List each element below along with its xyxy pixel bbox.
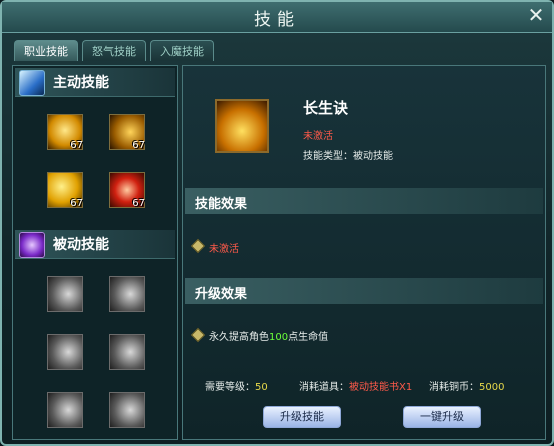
upgrade-heading: 升级效果 (195, 287, 248, 302)
golden-figure-skill-icon[interactable]: 67 (47, 114, 83, 151)
consume-coin: 消耗铜币：5000 (429, 378, 504, 393)
required-level-value: 50 (255, 382, 268, 393)
active-skills-label: 主动技能 (53, 75, 109, 91)
skill-window: 技能 ✕ 职业技能 怒气技能 入魔技能 主动技能 67 67 67 67 被动技… (0, 0, 554, 446)
one-key-upgrade-button[interactable]: 一键升级 (403, 406, 481, 428)
upgrade-text-post: 点生命值 (288, 332, 329, 343)
bullet-diamond-icon (190, 327, 206, 343)
gray-crescent-skill-icon[interactable] (109, 392, 145, 428)
skill-level: 67 (70, 198, 83, 209)
consume-coin-value: 5000 (479, 382, 505, 393)
passive-skills-header: 被动技能 (15, 230, 175, 259)
skill-detail-panel: 长生诀 未激活 技能类型：被动技能 技能效果 未激活 升级效果 永久提高角色10… (182, 65, 546, 440)
upgrade-header: 升级效果 (185, 278, 543, 304)
title-bar[interactable]: 技能 ✕ (2, 2, 552, 33)
consume-item: 消耗道具：被动技能书X1 (299, 378, 412, 393)
tab-demon-skills[interactable]: 入魔技能 (150, 40, 214, 61)
tab-rage-skills[interactable]: 怒气技能 (82, 40, 146, 61)
gray-crescent-skill-icon[interactable] (47, 334, 83, 370)
skill-level: 67 (132, 140, 145, 151)
upgrade-text-pre: 永久提高角色 (209, 332, 269, 343)
required-level: 需要等级：50 (205, 378, 268, 393)
consume-item-label: 消耗道具： (299, 382, 349, 393)
skill-name: 长生诀 (303, 99, 349, 117)
gray-crescent-skill-icon[interactable] (109, 334, 145, 370)
skill-type: 技能类型：被动技能 (303, 151, 393, 162)
consume-item-value: 被动技能书X1 (349, 382, 413, 393)
passive-skills-label: 被动技能 (53, 237, 109, 253)
effect-text: 未激活 (209, 244, 239, 255)
upgrade-skill-button[interactable]: 升级技能 (263, 406, 341, 428)
gray-crescent-skill-icon[interactable] (47, 392, 83, 428)
red-swirl-skill-icon[interactable]: 67 (109, 172, 145, 209)
skill-list-panel: 主动技能 67 67 67 67 被动技能 (12, 65, 178, 440)
required-level-label: 需要等级： (205, 382, 255, 393)
window-title: 技能 (254, 10, 300, 30)
close-icon[interactable]: ✕ (526, 4, 546, 26)
gray-crescent-skill-icon[interactable] (109, 276, 145, 312)
upgrade-effect: 永久提高角色100点生命值 (209, 328, 328, 343)
effect-header: 技能效果 (185, 188, 543, 214)
skill-level: 67 (70, 140, 83, 151)
gray-crescent-skill-icon[interactable] (47, 276, 83, 312)
bullet-diamond-icon (190, 238, 206, 254)
skill-status: 未激活 (303, 131, 333, 142)
selected-skill-icon (215, 99, 269, 153)
tab-class-skills[interactable]: 职业技能 (14, 40, 78, 61)
consume-coin-label: 消耗铜币： (429, 382, 479, 393)
golden-claw-skill-icon[interactable]: 67 (47, 172, 83, 209)
golden-crescent-skill-icon[interactable]: 67 (109, 114, 145, 151)
purple-shield-icon (19, 232, 45, 258)
active-skills-header: 主动技能 (15, 68, 175, 97)
blue-slash-icon (19, 70, 45, 96)
upgrade-value: 100 (269, 332, 289, 343)
skill-level: 67 (132, 198, 145, 209)
effect-heading: 技能效果 (195, 197, 248, 212)
